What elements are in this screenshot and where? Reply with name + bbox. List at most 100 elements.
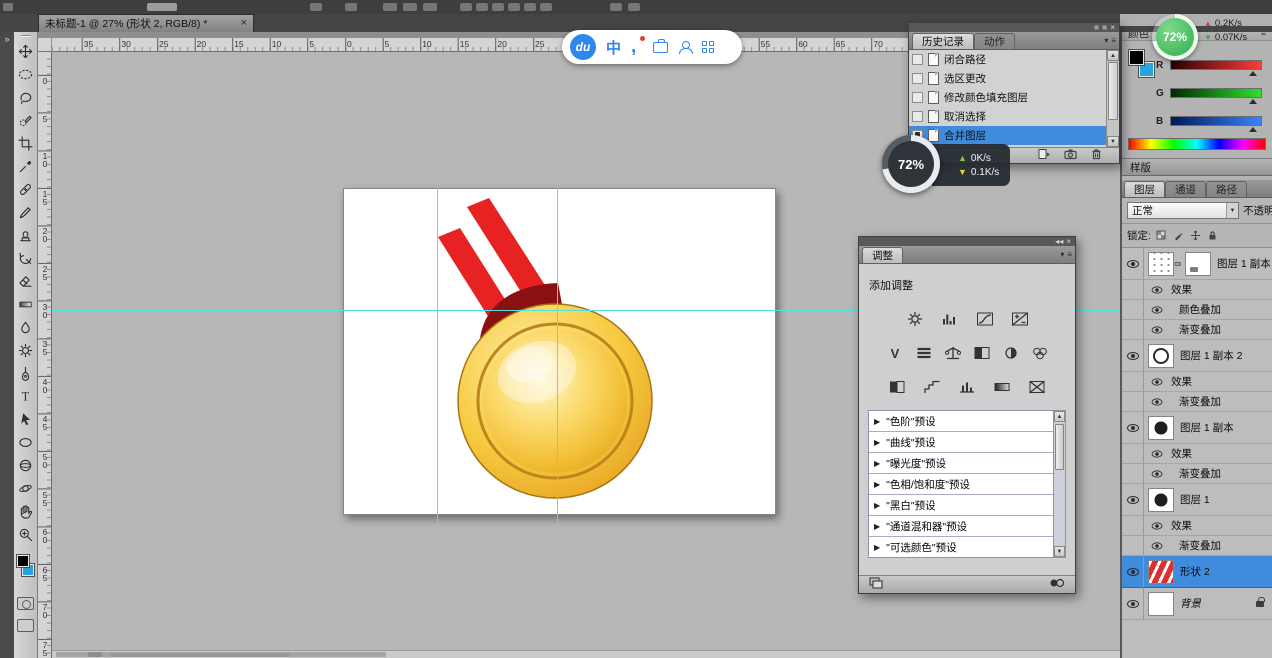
options-bar-icon[interactable] xyxy=(345,3,357,11)
options-bar-icon[interactable] xyxy=(3,3,13,11)
document-tab[interactable]: 未标题-1 @ 27% (形状 2, RGB/8) * × xyxy=(38,14,254,32)
switch-panel-icon[interactable] xyxy=(869,577,884,592)
ime-grid-icon[interactable] xyxy=(702,41,715,53)
expand-triangle-icon[interactable]: ▶ xyxy=(874,480,880,489)
brightness-contrast-icon[interactable] xyxy=(904,310,926,327)
foreground-color-swatch[interactable] xyxy=(15,554,30,568)
color-spectrum-ramp[interactable] xyxy=(1128,138,1266,150)
new-document-from-state-icon[interactable] xyxy=(1038,148,1051,163)
scroll-down-icon[interactable]: ▼ xyxy=(1054,546,1065,557)
options-bar-icon[interactable] xyxy=(524,3,536,11)
layer-effect-row[interactable]: 渐变叠加 xyxy=(1122,536,1272,556)
toolbox-grip[interactable] xyxy=(20,35,31,37)
eye-icon[interactable] xyxy=(1151,521,1163,530)
clone-stamp-tool[interactable] xyxy=(16,224,36,247)
new-snapshot-camera-icon[interactable] xyxy=(1064,148,1077,163)
tab-styles[interactable]: 样版 xyxy=(1130,160,1151,175)
photo-filter-icon[interactable] xyxy=(1000,344,1022,361)
options-bar-icon[interactable] xyxy=(508,3,520,11)
ime-punctuation-icon[interactable]: , xyxy=(631,36,646,56)
selective-color-icon[interactable] xyxy=(1026,378,1048,395)
levels-icon[interactable] xyxy=(939,310,961,327)
threshold-icon[interactable] xyxy=(956,378,978,395)
expand-triangle-icon[interactable]: ▶ xyxy=(874,543,880,552)
expand-triangle-icon[interactable]: ▶ xyxy=(874,459,880,468)
eye-icon[interactable] xyxy=(1151,469,1163,478)
eye-icon[interactable] xyxy=(1126,567,1139,576)
tab-paths[interactable]: 路径 xyxy=(1206,181,1247,197)
healing-brush-tool[interactable] xyxy=(16,178,36,201)
eye-icon[interactable] xyxy=(1151,285,1163,294)
eye-icon[interactable] xyxy=(1126,259,1139,268)
move-tool[interactable] xyxy=(16,40,36,63)
expand-triangle-icon[interactable]: ▶ xyxy=(874,501,880,510)
blur-tool[interactable] xyxy=(16,316,36,339)
collapse-icon[interactable] xyxy=(1094,25,1100,30)
tab-channels[interactable]: 通道 xyxy=(1165,181,1206,197)
layer-thumbnail[interactable] xyxy=(1148,251,1174,276)
layer-effect-row[interactable]: 效果 xyxy=(1122,516,1272,536)
styles-panel-bar[interactable]: 样版 xyxy=(1122,158,1272,176)
scroll-up-icon[interactable]: ▲ xyxy=(1054,411,1065,422)
presets-scrollbar[interactable]: ▲ ▼ xyxy=(1053,411,1065,557)
options-bar-icon[interactable] xyxy=(476,3,488,11)
close-icon[interactable]: × xyxy=(241,18,247,29)
ruler-corner[interactable] xyxy=(38,38,52,52)
layer-effect-row[interactable]: 渐变叠加 xyxy=(1122,464,1272,484)
3d-orbit-tool[interactable] xyxy=(16,477,36,500)
preset-item[interactable]: ▶ "色相/饱和度"预设 xyxy=(869,474,1065,495)
eye-icon[interactable] xyxy=(1151,377,1163,386)
panel-menu-icon[interactable]: ▾ xyxy=(1104,36,1108,45)
eye-icon[interactable] xyxy=(1151,449,1163,458)
3d-rotate-tool[interactable] xyxy=(16,454,36,477)
menu-icon[interactable]: ≡ xyxy=(1067,250,1072,259)
layer-thumbnail[interactable] xyxy=(1148,343,1174,368)
tab-adjustments[interactable]: 调整 xyxy=(862,247,903,263)
eyedropper-tool[interactable] xyxy=(16,155,36,178)
panel-menu-icon[interactable]: ▾ xyxy=(1060,250,1064,259)
history-tab-0[interactable]: 历史记录 xyxy=(912,33,974,49)
zoom-tool[interactable] xyxy=(16,523,36,546)
guide-vertical[interactable] xyxy=(437,52,438,658)
gradient-map-icon[interactable] xyxy=(991,378,1013,395)
net-speed-widget[interactable]: 72% ▲ 0.2K/s ▼ 0.07K/s xyxy=(1152,12,1272,64)
preset-item[interactable]: ▶ "曲线"预设 xyxy=(869,432,1065,453)
hand-tool[interactable] xyxy=(16,500,36,523)
tab-layers[interactable]: 图层 xyxy=(1124,181,1165,197)
layer-thumbnail[interactable] xyxy=(1148,487,1174,512)
posterize-icon[interactable] xyxy=(921,378,943,395)
scrollbar-thumb[interactable] xyxy=(1055,424,1064,470)
preset-item[interactable]: ▶ "可选颜色"预设 xyxy=(869,537,1065,557)
ime-toolbar[interactable]: du 中 , xyxy=(562,30,742,64)
eye-icon[interactable] xyxy=(1126,495,1139,504)
options-bar-icon[interactable] xyxy=(403,3,417,11)
color-slider-track[interactable] xyxy=(1170,88,1262,104)
layer-row[interactable]: 背景 xyxy=(1122,588,1272,620)
preset-item[interactable]: ▶ "黑白"预设 xyxy=(869,495,1065,516)
eye-icon[interactable] xyxy=(1126,599,1139,608)
history-item[interactable]: 闭合路径 xyxy=(909,50,1119,69)
blend-mode-dropdown[interactable]: 正常 ▼ xyxy=(1127,202,1239,219)
lock-transparent-icon[interactable] xyxy=(1155,229,1168,242)
options-bar-icon[interactable] xyxy=(540,3,552,11)
color-balance-icon[interactable] xyxy=(942,344,964,361)
layer-row[interactable]: 图层 1 xyxy=(1122,484,1272,516)
options-bar-icon[interactable] xyxy=(628,3,640,11)
color-slider-track[interactable] xyxy=(1170,116,1262,132)
layer-mask-thumbnail[interactable] xyxy=(1185,251,1211,276)
net-speed-widget[interactable]: ▲ 0K/s ▼ 0.1K/s 72% xyxy=(882,132,1014,196)
eye-icon[interactable] xyxy=(1126,423,1139,432)
history-source-checkbox[interactable] xyxy=(912,111,923,122)
progress-ring[interactable]: 72% xyxy=(882,135,940,193)
options-bar-icon[interactable] xyxy=(423,3,437,11)
expand-triangle-icon[interactable]: ▶ xyxy=(874,522,880,531)
ime-toolbox-icon[interactable] xyxy=(653,38,669,53)
preset-item[interactable]: ▶ "通道混和器"预设 xyxy=(869,516,1065,537)
options-bar-icon[interactable] xyxy=(460,3,472,11)
layer-row[interactable]: 图层 1 副本 2 xyxy=(1122,340,1272,372)
lock-all-icon[interactable] xyxy=(1206,229,1219,242)
options-bar-icon[interactable] xyxy=(492,3,504,11)
progress-ring[interactable]: 72% xyxy=(1152,14,1198,60)
layer-effect-row[interactable]: 效果 xyxy=(1122,372,1272,392)
eraser-tool[interactable] xyxy=(16,270,36,293)
